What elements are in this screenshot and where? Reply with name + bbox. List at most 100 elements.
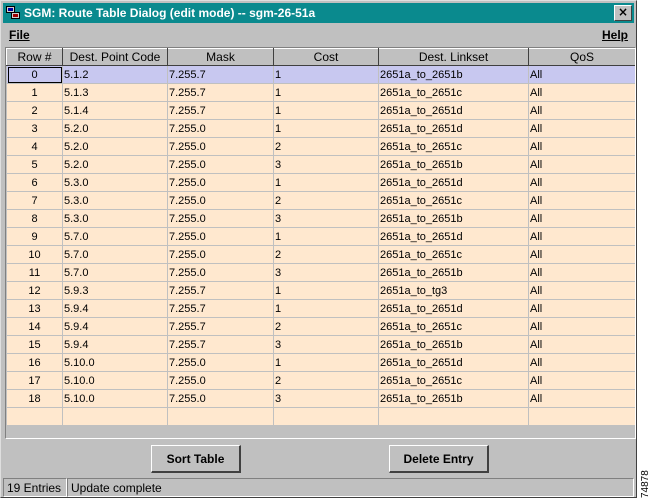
qos-cell[interactable]: All: [528, 317, 635, 336]
column-header-row-number[interactable]: Row #: [6, 48, 63, 66]
mask-cell[interactable]: 7.255.0: [167, 119, 274, 138]
row-number-cell[interactable]: 3: [6, 119, 63, 138]
qos-cell[interactable]: All: [528, 389, 635, 408]
row-number-cell[interactable]: 7: [6, 191, 63, 210]
mask-cell[interactable]: 7.255.0: [167, 263, 274, 282]
dest-point-code-cell[interactable]: 5.7.0: [62, 263, 168, 282]
qos-cell[interactable]: All: [528, 209, 635, 228]
mask-cell[interactable]: 7.255.0: [167, 245, 274, 264]
row-number-cell[interactable]: 17: [6, 371, 63, 390]
empty-table-row[interactable]: [6, 407, 635, 426]
table-row[interactable]: 18 5.10.0 7.255.0 3 2651a_to_2651b All: [6, 389, 635, 408]
mask-cell[interactable]: 7.255.7: [167, 281, 274, 300]
cost-cell[interactable]: 3: [273, 263, 379, 282]
row-number-cell[interactable]: 1: [6, 83, 63, 102]
qos-cell[interactable]: All: [528, 119, 635, 138]
mask-cell[interactable]: 7.255.0: [167, 137, 274, 156]
column-header-mask[interactable]: Mask: [167, 48, 274, 66]
route-table-pane[interactable]: Row # Dest. Point Code Mask Cost Dest. L…: [5, 47, 636, 439]
sort-table-button[interactable]: Sort Table: [151, 445, 241, 473]
cost-cell[interactable]: 3: [273, 155, 379, 174]
dest-point-code-cell[interactable]: 5.3.0: [62, 209, 168, 228]
column-header-cost[interactable]: Cost: [273, 48, 379, 66]
dest-linkset-cell[interactable]: 2651a_to_2651d: [378, 119, 529, 138]
row-number-cell[interactable]: 18: [6, 389, 63, 408]
dest-linkset-cell[interactable]: 2651a_to_2651c: [378, 371, 529, 390]
cost-cell[interactable]: 2: [273, 191, 379, 210]
close-button[interactable]: ×: [614, 5, 632, 21]
qos-cell[interactable]: All: [528, 353, 635, 372]
mask-cell[interactable]: 7.255.0: [167, 155, 274, 174]
dest-linkset-cell[interactable]: 2651a_to_2651b: [378, 389, 529, 408]
table-row[interactable]: 16 5.10.0 7.255.0 1 2651a_to_2651d All: [6, 353, 635, 372]
row-number-cell[interactable]: 2: [6, 101, 63, 120]
dest-linkset-cell[interactable]: 2651a_to_2651d: [378, 353, 529, 372]
cost-cell[interactable]: 3: [273, 335, 379, 354]
dest-linkset-cell[interactable]: 2651a_to_2651b: [378, 65, 529, 84]
dest-point-code-cell[interactable]: 5.1.2: [62, 65, 168, 84]
dest-linkset-cell[interactable]: 2651a_to_2651b: [378, 335, 529, 354]
dest-linkset-cell[interactable]: 2651a_to_2651d: [378, 227, 529, 246]
table-row[interactable]: 8 5.3.0 7.255.0 3 2651a_to_2651b All: [6, 209, 635, 228]
row-number-cell[interactable]: 4: [6, 137, 63, 156]
qos-cell[interactable]: All: [528, 263, 635, 282]
dest-point-code-cell[interactable]: 5.1.3: [62, 83, 168, 102]
cost-cell[interactable]: 2: [273, 371, 379, 390]
qos-cell[interactable]: All: [528, 281, 635, 300]
dest-point-code-cell[interactable]: 5.10.0: [62, 371, 168, 390]
dest-linkset-cell[interactable]: 2651a_to_2651d: [378, 101, 529, 120]
row-number-cell[interactable]: 12: [6, 281, 63, 300]
dest-point-code-cell[interactable]: 5.9.4: [62, 335, 168, 354]
cost-cell[interactable]: 1: [273, 65, 379, 84]
qos-cell[interactable]: All: [528, 137, 635, 156]
table-row[interactable]: 14 5.9.4 7.255.7 2 2651a_to_2651c All: [6, 317, 635, 336]
cost-cell[interactable]: 1: [273, 353, 379, 372]
dest-point-code-cell[interactable]: 5.7.0: [62, 227, 168, 246]
mask-cell[interactable]: 7.255.7: [167, 101, 274, 120]
dest-point-code-cell[interactable]: 5.9.3: [62, 281, 168, 300]
empty-cell[interactable]: [273, 407, 379, 426]
dest-linkset-cell[interactable]: 2651a_to_2651c: [378, 137, 529, 156]
dest-linkset-cell[interactable]: 2651a_to_2651b: [378, 263, 529, 282]
dest-linkset-cell[interactable]: 2651a_to_2651d: [378, 173, 529, 192]
table-row[interactable]: 10 5.7.0 7.255.0 2 2651a_to_2651c All: [6, 245, 635, 264]
cost-cell[interactable]: 1: [273, 227, 379, 246]
cost-cell[interactable]: 2: [273, 245, 379, 264]
cost-cell[interactable]: 1: [273, 173, 379, 192]
dest-linkset-cell[interactable]: 2651a_to_2651c: [378, 245, 529, 264]
mask-cell[interactable]: 7.255.7: [167, 65, 274, 84]
mask-cell[interactable]: 7.255.0: [167, 389, 274, 408]
cost-cell[interactable]: 3: [273, 389, 379, 408]
dest-point-code-cell[interactable]: 5.2.0: [62, 137, 168, 156]
cost-cell[interactable]: 2: [273, 317, 379, 336]
dest-linkset-cell[interactable]: 2651a_to_tg3: [378, 281, 529, 300]
dest-linkset-cell[interactable]: 2651a_to_2651c: [378, 191, 529, 210]
row-number-cell[interactable]: 16: [6, 353, 63, 372]
table-row[interactable]: 2 5.1.4 7.255.7 1 2651a_to_2651d All: [6, 101, 635, 120]
mask-cell[interactable]: 7.255.7: [167, 299, 274, 318]
cost-cell[interactable]: 3: [273, 209, 379, 228]
row-number-cell[interactable]: 9: [6, 227, 63, 246]
dest-point-code-cell[interactable]: 5.10.0: [62, 389, 168, 408]
empty-cell[interactable]: [528, 407, 635, 426]
qos-cell[interactable]: All: [528, 101, 635, 120]
table-row[interactable]: 6 5.3.0 7.255.0 1 2651a_to_2651d All: [6, 173, 635, 192]
cost-cell[interactable]: 1: [273, 101, 379, 120]
qos-cell[interactable]: All: [528, 299, 635, 318]
qos-cell[interactable]: All: [528, 335, 635, 354]
table-row[interactable]: 9 5.7.0 7.255.0 1 2651a_to_2651d All: [6, 227, 635, 246]
qos-cell[interactable]: All: [528, 371, 635, 390]
dest-point-code-cell[interactable]: 5.1.4: [62, 101, 168, 120]
cost-cell[interactable]: 1: [273, 299, 379, 318]
row-number-cell[interactable]: 5: [6, 155, 63, 174]
menu-file[interactable]: File: [9, 28, 30, 42]
qos-cell[interactable]: All: [528, 227, 635, 246]
table-row[interactable]: 1 5.1.3 7.255.7 1 2651a_to_2651c All: [6, 83, 635, 102]
table-row[interactable]: 11 5.7.0 7.255.0 3 2651a_to_2651b All: [6, 263, 635, 282]
dest-point-code-cell[interactable]: 5.9.4: [62, 299, 168, 318]
table-row[interactable]: 5 5.2.0 7.255.0 3 2651a_to_2651b All: [6, 155, 635, 174]
dest-point-code-cell[interactable]: 5.3.0: [62, 191, 168, 210]
table-row[interactable]: 7 5.3.0 7.255.0 2 2651a_to_2651c All: [6, 191, 635, 210]
title-bar[interactable]: SGM: Route Table Dialog (edit mode) -- s…: [3, 3, 634, 23]
dest-linkset-cell[interactable]: 2651a_to_2651d: [378, 299, 529, 318]
